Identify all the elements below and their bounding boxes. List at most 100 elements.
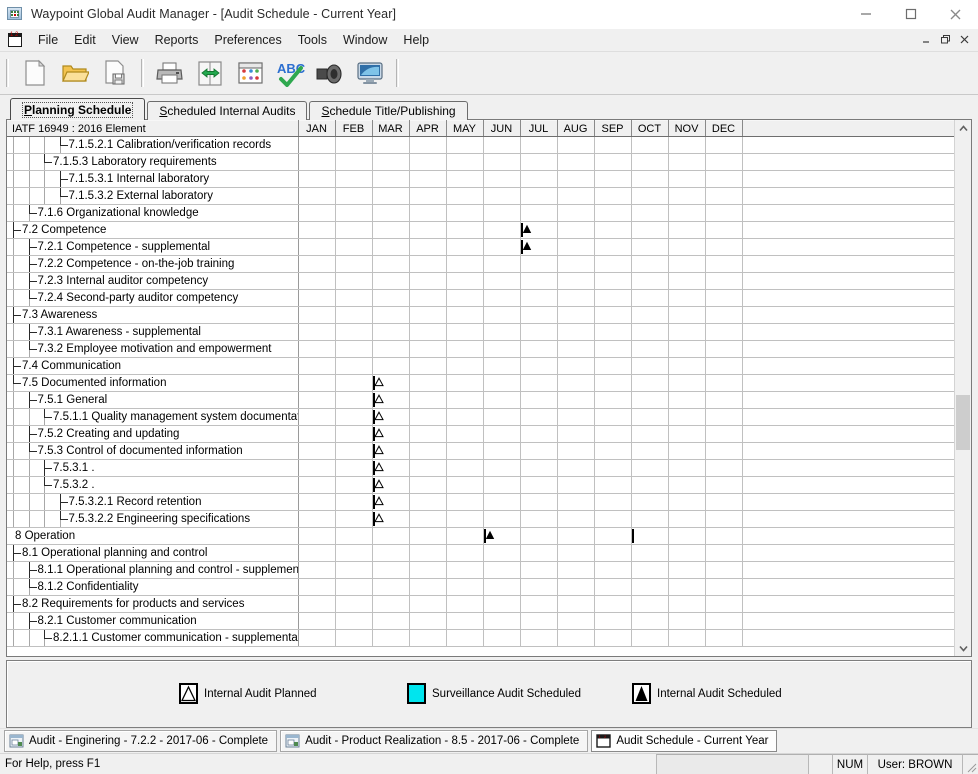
schedule-cell-oct[interactable] xyxy=(631,289,669,307)
schedule-cell-jul[interactable] xyxy=(520,187,558,205)
schedule-cell-nov[interactable] xyxy=(668,510,706,528)
schedule-cell-mar[interactable] xyxy=(372,204,410,222)
schedule-cell-apr[interactable] xyxy=(409,595,447,613)
tree-node-cell[interactable]: 8 Operation xyxy=(7,527,299,545)
schedule-cell-feb[interactable] xyxy=(335,323,373,341)
schedule-cell-jul[interactable] xyxy=(520,510,558,528)
menu-window[interactable]: Window xyxy=(335,31,395,50)
schedule-cell-may[interactable] xyxy=(446,476,484,494)
schedule-cell-feb[interactable] xyxy=(335,221,373,239)
tree-node-cell[interactable]: 7.1.5.3 Laboratory requirements xyxy=(7,153,299,171)
schedule-cell-feb[interactable] xyxy=(335,136,373,154)
schedule-cell-jun[interactable] xyxy=(483,544,521,562)
schedule-cell-aug[interactable] xyxy=(557,425,595,443)
schedule-cell-sep[interactable] xyxy=(594,136,632,154)
table-row[interactable]: 7.2.4 Second-party auditor competency xyxy=(7,289,954,307)
schedule-cell-jul[interactable] xyxy=(520,629,558,647)
schedule-cell-apr[interactable] xyxy=(409,544,447,562)
schedule-cell-sep[interactable] xyxy=(594,272,632,290)
open-folder-button[interactable] xyxy=(58,56,92,90)
schedule-cell-nov[interactable] xyxy=(668,170,706,188)
menu-preferences[interactable]: Preferences xyxy=(206,31,289,50)
schedule-cell-nov[interactable] xyxy=(668,527,706,545)
schedule-cell-jan[interactable] xyxy=(298,289,336,307)
tree-node-cell[interactable]: 7.3.2 Employee motivation and empowermen… xyxy=(7,340,299,358)
schedule-cell-dec[interactable] xyxy=(705,221,743,239)
schedule-cell-jul[interactable] xyxy=(520,561,558,579)
schedule-cell-oct[interactable] xyxy=(631,221,669,239)
schedule-cell-mar[interactable] xyxy=(372,578,410,596)
schedule-cell-aug[interactable] xyxy=(557,493,595,511)
schedule-cell-jun[interactable] xyxy=(483,425,521,443)
schedule-cell-jul[interactable] xyxy=(520,340,558,358)
schedule-cell-jun[interactable] xyxy=(483,459,521,477)
schedule-cell-sep[interactable] xyxy=(594,493,632,511)
schedule-cell-apr[interactable] xyxy=(409,374,447,392)
schedule-cell-may[interactable] xyxy=(446,255,484,273)
schedule-cell-jun[interactable] xyxy=(483,476,521,494)
scroll-up-button[interactable] xyxy=(955,120,971,136)
exchange-button[interactable] xyxy=(193,56,227,90)
schedule-cell-apr[interactable] xyxy=(409,289,447,307)
schedule-cell-jun[interactable] xyxy=(483,187,521,205)
schedule-cell-jan[interactable] xyxy=(298,612,336,630)
schedule-cell-jul[interactable] xyxy=(520,204,558,222)
schedule-cell-oct[interactable] xyxy=(631,272,669,290)
schedule-cell-jul[interactable] xyxy=(520,425,558,443)
table-row[interactable]: 7.5.2 Creating and updating xyxy=(7,425,954,443)
schedule-cell-dec[interactable] xyxy=(705,153,743,171)
table-row[interactable]: 7.1.5.3.2 External laboratory xyxy=(7,187,954,205)
schedule-cell-sep[interactable] xyxy=(594,323,632,341)
schedule-cell-jan[interactable] xyxy=(298,408,336,426)
schedule-cell-feb[interactable] xyxy=(335,493,373,511)
schedule-cell-jan[interactable] xyxy=(298,204,336,222)
schedule-cell-nov[interactable] xyxy=(668,476,706,494)
schedule-cell-mar[interactable] xyxy=(372,629,410,647)
schedule-cell-aug[interactable] xyxy=(557,323,595,341)
schedule-cell-oct[interactable] xyxy=(631,561,669,579)
schedule-cell-jul[interactable] xyxy=(520,374,558,392)
taskbar-audit-engineering[interactable]: Audit - Enginering - 7.2.2 - 2017-06 - C… xyxy=(4,730,278,752)
schedule-cell-jan[interactable] xyxy=(298,578,336,596)
tab-planning-schedule[interactable]: Planning Schedule xyxy=(10,98,146,120)
schedule-cell-mar[interactable] xyxy=(372,459,410,477)
schedule-cell-dec[interactable] xyxy=(705,510,743,528)
schedule-cell-dec[interactable] xyxy=(705,204,743,222)
schedule-cell-may[interactable] xyxy=(446,612,484,630)
schedule-cell-jun[interactable] xyxy=(483,136,521,154)
schedule-cell-jan[interactable] xyxy=(298,476,336,494)
menu-tools[interactable]: Tools xyxy=(290,31,335,50)
schedule-cell-may[interactable] xyxy=(446,221,484,239)
schedule-cell-nov[interactable] xyxy=(668,323,706,341)
schedule-cell-mar[interactable] xyxy=(372,357,410,375)
table-row[interactable]: 7.1.5.3 Laboratory requirements xyxy=(7,153,954,171)
schedule-cell-sep[interactable] xyxy=(594,340,632,358)
schedule-cell-sep[interactable] xyxy=(594,612,632,630)
column-header-jul[interactable]: JUL xyxy=(520,120,558,137)
filled-triangle-marker[interactable] xyxy=(520,240,531,254)
schedule-cell-aug[interactable] xyxy=(557,255,595,273)
schedule-cell-jan[interactable] xyxy=(298,187,336,205)
schedule-cell-apr[interactable] xyxy=(409,408,447,426)
scroll-down-button[interactable] xyxy=(955,640,971,656)
schedule-cell-apr[interactable] xyxy=(409,136,447,154)
open-triangle-marker[interactable] xyxy=(372,495,384,509)
schedule-cell-oct[interactable] xyxy=(631,629,669,647)
tree-node-cell[interactable]: 8.1.1 Operational planning and control -… xyxy=(7,561,299,579)
schedule-cell-nov[interactable] xyxy=(668,357,706,375)
tree-node-cell[interactable]: 7.5.1.1 Quality management system docume… xyxy=(7,408,299,426)
schedule-cell-jan[interactable] xyxy=(298,442,336,460)
schedule-cell-jul[interactable] xyxy=(520,323,558,341)
column-header-dec[interactable]: DEC xyxy=(705,120,743,137)
schedule-cell-oct[interactable] xyxy=(631,374,669,392)
schedule-cell-aug[interactable] xyxy=(557,272,595,290)
schedule-cell-sep[interactable] xyxy=(594,221,632,239)
schedule-cell-nov[interactable] xyxy=(668,578,706,596)
schedule-cell-feb[interactable] xyxy=(335,527,373,545)
schedule-cell-dec[interactable] xyxy=(705,255,743,273)
table-row[interactable]: 8.2.1 Customer communication xyxy=(7,612,954,630)
schedule-cell-may[interactable] xyxy=(446,459,484,477)
schedule-cell-jun[interactable] xyxy=(483,595,521,613)
table-row[interactable]: 7.5.3.2.1 Record retention xyxy=(7,493,954,511)
schedule-cell-oct[interactable] xyxy=(631,136,669,154)
